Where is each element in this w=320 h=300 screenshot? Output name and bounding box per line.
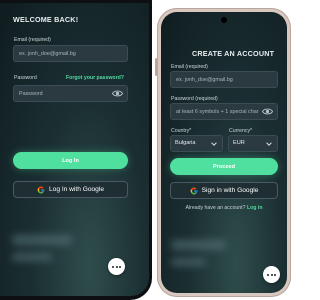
blurred-footer-text [171, 258, 206, 266]
camera-notch [221, 17, 227, 23]
google-login-button[interactable]: Log In with Google [13, 181, 128, 198]
email-label: Email (required) [14, 37, 51, 43]
blurred-footer-text [12, 235, 72, 245]
have-account-text: Already have an account? [185, 205, 246, 211]
email-field[interactable] [170, 71, 278, 88]
google-signin-button[interactable]: Sign in with Google [170, 182, 278, 199]
chat-bubble-icon[interactable] [108, 258, 125, 275]
password-label: Password [14, 75, 37, 81]
forgot-password-link[interactable]: Forgot your password? [66, 75, 124, 81]
google-g-icon [37, 186, 45, 193]
password-label: Password (required) [171, 96, 218, 102]
country-value: Bulgaria [175, 140, 196, 146]
email-label: Email (required) [171, 64, 208, 70]
proceed-button[interactable]: Proceed [170, 158, 278, 175]
phone-side-button [155, 58, 157, 76]
login-screen: WELCOME BACK! Email (required) Password … [0, 3, 149, 296]
phone-right: CREATE AN ACCOUNT Email (required) Passw… [155, 8, 291, 297]
currency-label: Currency* [229, 128, 253, 134]
signup-screen: CREATE AN ACCOUNT Email (required) Passw… [161, 12, 287, 293]
eye-icon[interactable] [112, 89, 123, 98]
login-link[interactable]: Log in [247, 205, 263, 211]
password-field[interactable] [170, 103, 278, 120]
phone-left: WELCOME BACK! Email (required) Password … [0, 0, 152, 300]
blurred-footer-text [171, 240, 226, 250]
page-title: CREATE AN ACCOUNT [192, 49, 275, 58]
password-input[interactable] [19, 86, 116, 101]
login-prompt: Already have an account? Log in [161, 205, 287, 211]
currency-value: EUR [233, 140, 245, 146]
chevron-down-icon [211, 142, 217, 146]
chat-bubble-icon[interactable] [263, 266, 280, 283]
email-field[interactable] [13, 45, 128, 62]
google-signin-label: Sign in with Google [201, 187, 259, 194]
country-label: Country* [171, 128, 192, 134]
chevron-down-icon [266, 142, 272, 146]
blurred-footer-text [12, 253, 52, 261]
country-select[interactable]: Bulgaria [170, 135, 223, 152]
login-button[interactable]: Log In [13, 152, 128, 169]
password-input[interactable] [176, 104, 259, 119]
email-input[interactable] [176, 72, 267, 87]
google-login-label: Log In with Google [49, 186, 104, 193]
currency-select[interactable]: EUR [228, 135, 278, 152]
page-title: WELCOME BACK! [13, 15, 79, 24]
google-g-icon [190, 187, 197, 194]
password-field[interactable] [13, 85, 128, 102]
email-input[interactable] [19, 46, 116, 61]
eye-icon[interactable] [262, 107, 273, 116]
